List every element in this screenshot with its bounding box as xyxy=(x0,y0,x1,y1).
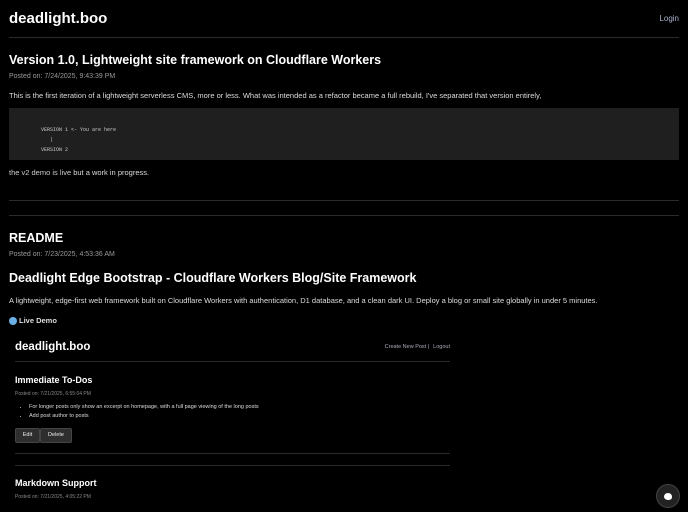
live-demo-label: Live Demo xyxy=(19,316,57,325)
create-post-link: Create New Post | xyxy=(384,344,430,350)
login-link[interactable]: Login xyxy=(659,14,679,23)
edit-button: Edit xyxy=(15,428,40,443)
post-date: Posted on: 7/23/2025, 4:53:36 AM xyxy=(9,251,115,258)
screenshot-post-date: Posted on: 7/21/2025, 4:05:22 PM xyxy=(15,494,91,500)
readme-heading: Deadlight Edge Bootstrap - Cloudflare Wo… xyxy=(9,271,417,285)
todo-list: For longer posts only show an excerpt on… xyxy=(15,403,259,421)
screenshot-post-date: Posted on: 7/21/2025, 6:55:04 PM xyxy=(15,391,91,397)
post-title[interactable]: Version 1.0, Lightweight site framework … xyxy=(9,53,381,67)
divider xyxy=(9,200,679,201)
post-paragraph: This is the first iteration of a lightwe… xyxy=(9,91,542,100)
palette-icon xyxy=(664,492,672,500)
v2-demo-link[interactable]: the v2 demo is live xyxy=(9,168,71,177)
live-demo-link[interactable]: Live Demo xyxy=(9,316,57,325)
screenshot-site-title: deadlight.boo xyxy=(15,341,91,353)
code-text: VERSION 1 <- You are here | VERSION 2 xyxy=(41,127,117,153)
code-block: VERSION 1 <- You are here | VERSION 2 xyxy=(9,108,679,160)
list-item: Add post author to posts xyxy=(29,412,259,421)
screenshot-post-title: Markdown Support xyxy=(15,478,97,488)
demo-screenshot: deadlight.boo Create New Post | Logout Im… xyxy=(8,334,460,512)
logout-link: Logout xyxy=(433,344,450,350)
screenshot-post-title: Immediate To-Dos xyxy=(15,375,93,385)
list-item: For longer posts only show an excerpt on… xyxy=(29,403,259,412)
post-date: Posted on: 7/24/2025, 9:43:39 PM xyxy=(9,73,116,80)
post-footer-text: but a work in progress. xyxy=(71,168,150,177)
globe-icon xyxy=(9,316,17,325)
site-title[interactable]: deadlight.boo xyxy=(9,10,107,27)
divider xyxy=(9,37,679,38)
divider xyxy=(9,215,679,216)
delete-button: Delete xyxy=(40,428,72,443)
screenshot-nav: Create New Post | Logout xyxy=(381,344,450,350)
theme-button[interactable] xyxy=(656,484,680,508)
post-paragraph: A lightweight, edge-first web framework … xyxy=(9,296,598,305)
post-title[interactable]: README xyxy=(9,231,63,245)
